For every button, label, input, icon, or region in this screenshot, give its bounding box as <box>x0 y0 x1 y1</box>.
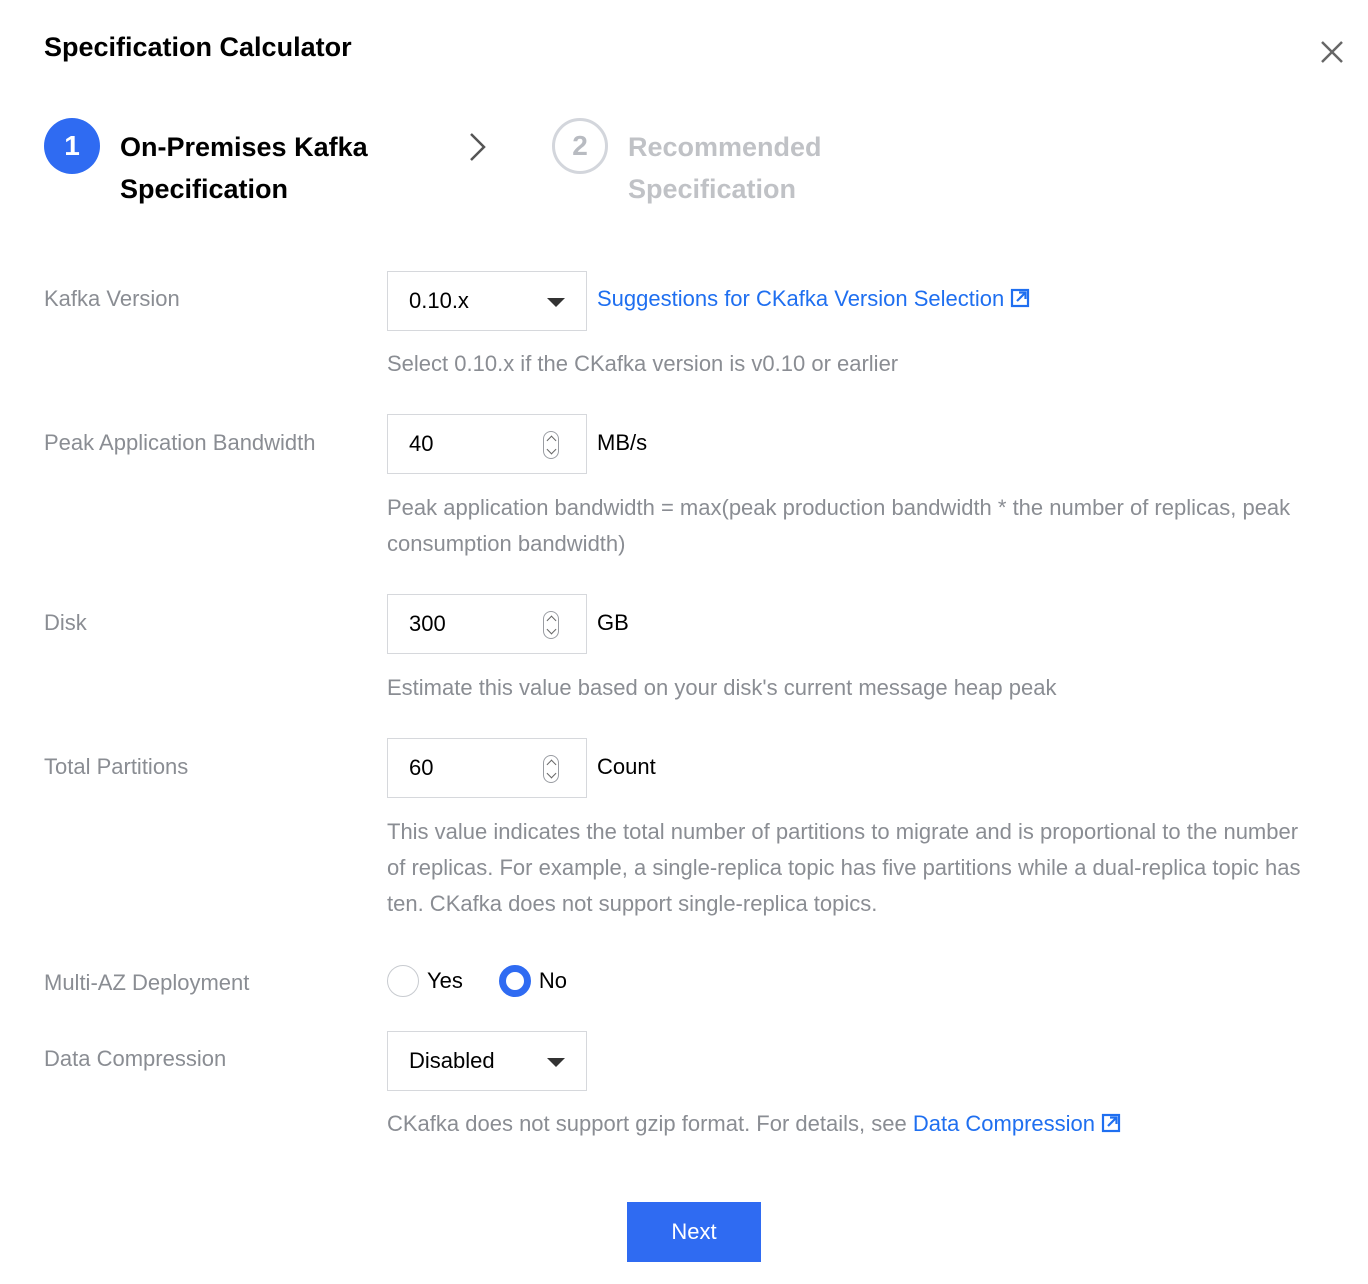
compression-hint-text: CKafka does not support gzip format. For… <box>387 1111 913 1136</box>
data-compression-link[interactable]: Data Compression <box>913 1111 1095 1136</box>
external-link-icon <box>1011 288 1030 308</box>
disk-hint: Estimate this value based on your disk's… <box>387 675 1057 700</box>
step-1-number: 1 <box>44 118 100 174</box>
step-2-number: 2 <box>552 118 608 174</box>
disk-value: 300 <box>409 611 446 636</box>
compression-hint: CKafka does not support gzip format. For… <box>387 1106 1307 1142</box>
multi-az-radio-group: Yes No <box>387 965 603 997</box>
radio-checked-icon <box>498 965 531 997</box>
radio-yes-label: Yes <box>427 968 463 993</box>
disk-label: Disk <box>44 610 87 635</box>
partitions-hint: This value indicates the total number of… <box>387 819 1301 916</box>
bandwidth-input[interactable]: 40 <box>387 414 587 474</box>
kafka-version-hint: Select 0.10.x if the CKafka version is v… <box>387 351 899 376</box>
stepper-icon[interactable] <box>543 611 559 639</box>
partitions-input[interactable]: 60 <box>387 738 587 798</box>
compression-select[interactable]: Disabled <box>387 1031 587 1091</box>
bandwidth-value: 40 <box>409 431 434 456</box>
version-suggestions-link-text[interactable]: Suggestions for CKafka Version Selection <box>597 286 1004 311</box>
step-1: 1 On-Premises Kafka Specification <box>44 118 410 210</box>
partitions-value: 60 <box>409 755 434 780</box>
compression-label: Data Compression <box>44 1046 227 1071</box>
radio-yes[interactable]: Yes <box>387 965 463 997</box>
kafka-version-value: 0.10.x <box>409 288 469 313</box>
external-link-icon <box>1101 1113 1121 1133</box>
dialog-title: Specification Calculator <box>44 32 352 62</box>
disk-input[interactable]: 300 <box>387 594 587 654</box>
partitions-unit: Count <box>597 754 656 779</box>
chevron-right-icon <box>470 133 486 161</box>
bandwidth-unit: MB/s <box>597 430 648 455</box>
caret-down-icon <box>547 298 565 307</box>
bandwidth-hint: Peak application bandwidth = max(peak pr… <box>387 495 1291 556</box>
step-2-label: Recommended Specification <box>628 132 822 204</box>
step-1-label: On-Premises Kafka Specification <box>120 132 368 204</box>
kafka-version-select[interactable]: 0.10.x <box>387 271 587 331</box>
disk-unit: GB <box>597 610 629 635</box>
close-button[interactable] <box>1316 36 1348 68</box>
multi-az-label: Multi-AZ Deployment <box>44 970 250 995</box>
compression-value: Disabled <box>409 1048 495 1073</box>
bandwidth-label: Peak Application Bandwidth <box>44 430 316 455</box>
radio-no[interactable]: No <box>498 965 568 997</box>
step-2: 2 Recommended Specification <box>552 118 868 210</box>
stepper-icon[interactable] <box>543 755 559 783</box>
radio-no-label: No <box>538 968 568 993</box>
close-icon <box>1321 41 1343 63</box>
next-button[interactable]: Next <box>627 1202 761 1262</box>
kafka-version-label: Kafka Version <box>44 286 180 311</box>
partitions-label: Total Partitions <box>44 754 189 779</box>
radio-unchecked-icon <box>387 965 419 997</box>
caret-down-icon <box>547 1058 565 1067</box>
version-suggestions-link[interactable]: Suggestions for CKafka Version Selection <box>597 286 1030 312</box>
stepper-icon[interactable] <box>543 431 559 459</box>
